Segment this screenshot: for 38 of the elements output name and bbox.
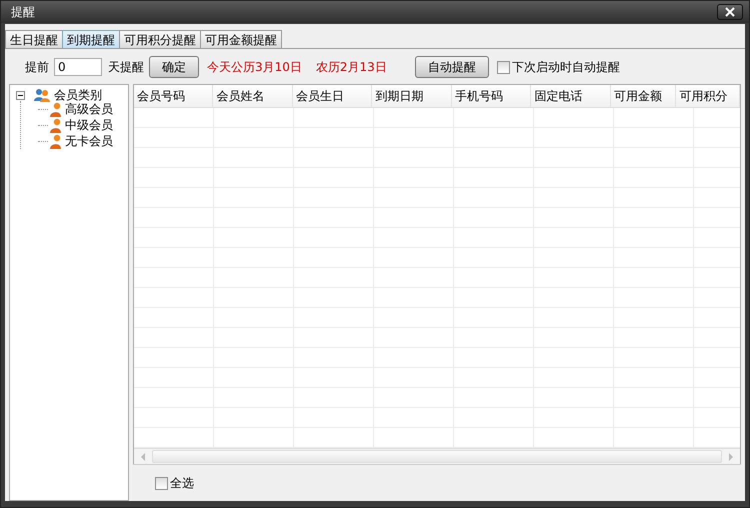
- tree-item[interactable]: 高级会员: [64, 100, 114, 118]
- window-title: 提醒: [11, 4, 35, 20]
- close-icon: [725, 7, 735, 17]
- checkbox[interactable]: [496, 60, 510, 74]
- column-header[interactable]: 到期日期: [372, 85, 452, 107]
- column-header[interactable]: 会员姓名: [213, 85, 293, 107]
- solar-date: 今天公历3月10日: [207, 58, 302, 76]
- checkbox-label: 全选: [170, 474, 194, 492]
- horizontal-scrollbar[interactable]: [134, 448, 740, 464]
- column-header[interactable]: 可用金额: [610, 85, 676, 107]
- tree-item[interactable]: 无卡会员: [64, 132, 114, 150]
- tab[interactable]: 到期提醒: [62, 30, 120, 48]
- lunar-date: 农历2月13日: [316, 58, 387, 76]
- label: 提前: [25, 58, 49, 76]
- close-button[interactable]: [717, 4, 743, 20]
- tab[interactable]: 可用金额提醒: [200, 30, 282, 48]
- tab[interactable]: 生日提醒: [5, 30, 63, 48]
- scroll-right-icon[interactable]: [728, 452, 734, 460]
- person-icon: [49, 134, 63, 148]
- person-icon: [49, 118, 63, 132]
- tab[interactable]: 可用积分提醒: [119, 30, 201, 48]
- auto-remind-button[interactable]: 自动提醒: [414, 56, 489, 78]
- collapse-icon[interactable]: [16, 90, 25, 100]
- tree-item[interactable]: 会员类别: [53, 86, 103, 104]
- tree-item[interactable]: 中级会员: [64, 116, 114, 134]
- people-icon: [34, 88, 50, 102]
- column-header[interactable]: 会员号码: [134, 85, 214, 107]
- checkbox-label: 下次启动时自动提醒: [512, 58, 620, 76]
- column-header[interactable]: 固定电话: [531, 85, 611, 107]
- column-header[interactable]: 手机号码: [452, 85, 532, 107]
- days-field[interactable]: 0: [54, 58, 102, 76]
- column-header[interactable]: 会员生日: [292, 85, 372, 107]
- label: 天提醒: [108, 58, 144, 76]
- person-icon: [49, 102, 63, 116]
- confirm-button[interactable]: 确定: [149, 56, 199, 78]
- checkbox[interactable]: [155, 476, 168, 490]
- column-header[interactable]: 可用积分: [676, 85, 740, 107]
- scroll-left-icon[interactable]: [140, 452, 146, 460]
